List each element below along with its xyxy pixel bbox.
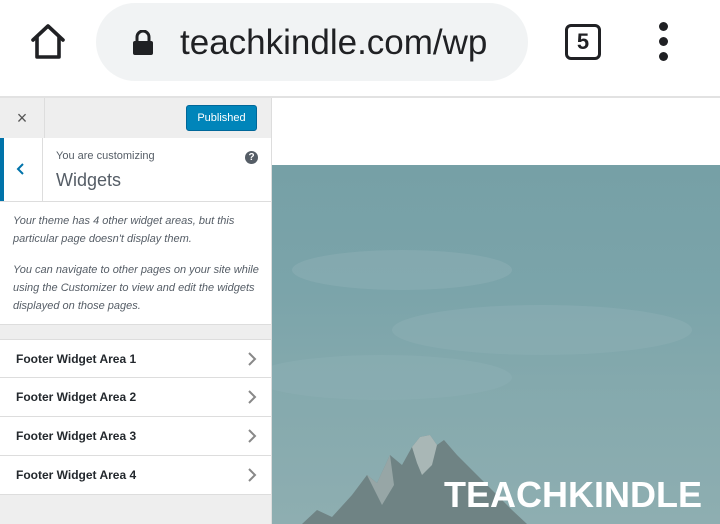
customizer-header: × Published: [0, 98, 271, 139]
description-text-2: You can navigate to other pages on your …: [13, 264, 259, 312]
close-icon[interactable]: ×: [0, 98, 45, 138]
hero-image: TEACHKINDLE: [272, 165, 720, 524]
widget-area-label: Footer Widget Area 3: [16, 429, 137, 443]
widget-area-label: Footer Widget Area 4: [16, 468, 137, 482]
chevron-right-icon: [248, 429, 257, 443]
chevron-right-icon: [248, 390, 257, 404]
mountain-illustration: [302, 435, 527, 524]
section-description: Your theme has 4 other widget areas, but…: [0, 202, 271, 325]
more-vert-icon[interactable]: [652, 22, 674, 62]
published-button[interactable]: Published: [186, 105, 257, 131]
widget-area-item[interactable]: Footer Widget Area 2: [0, 378, 271, 417]
chevron-left-icon: [16, 163, 24, 175]
url-text[interactable]: teachkindle.com/wp: [180, 21, 510, 65]
customizer-sidebar: × Published You are customizing Widgets …: [0, 98, 272, 524]
widget-area-label: Footer Widget Area 2: [16, 390, 137, 404]
section-title: Widgets: [56, 170, 122, 190]
section-header: You are customizing Widgets ?: [0, 138, 271, 202]
site-preview[interactable]: TEACHKINDLE: [272, 98, 720, 524]
customizing-label: You are customizing: [56, 150, 155, 162]
address-bar[interactable]: teachkindle.com/wp: [96, 3, 528, 81]
browser-toolbar: teachkindle.com/wp 5: [0, 0, 720, 97]
widget-area-list: Footer Widget Area 1 Footer Widget Area …: [0, 339, 271, 495]
site-brand-text: TEACHKINDLE: [444, 474, 702, 515]
chevron-right-icon: [248, 352, 257, 366]
home-icon[interactable]: [27, 20, 69, 62]
widget-area-item[interactable]: Footer Widget Area 3: [0, 417, 271, 456]
tab-switcher-button[interactable]: 5: [565, 24, 601, 60]
widget-area-label: Footer Widget Area 1: [16, 352, 137, 366]
help-icon[interactable]: ?: [245, 151, 258, 164]
lock-icon: [132, 29, 154, 56]
description-text-1: Your theme has 4 other widget areas, but…: [13, 215, 235, 245]
widget-area-item[interactable]: Footer Widget Area 1: [0, 339, 271, 378]
widget-area-item[interactable]: Footer Widget Area 4: [0, 456, 271, 495]
back-button[interactable]: [0, 138, 43, 201]
chevron-right-icon: [248, 468, 257, 482]
